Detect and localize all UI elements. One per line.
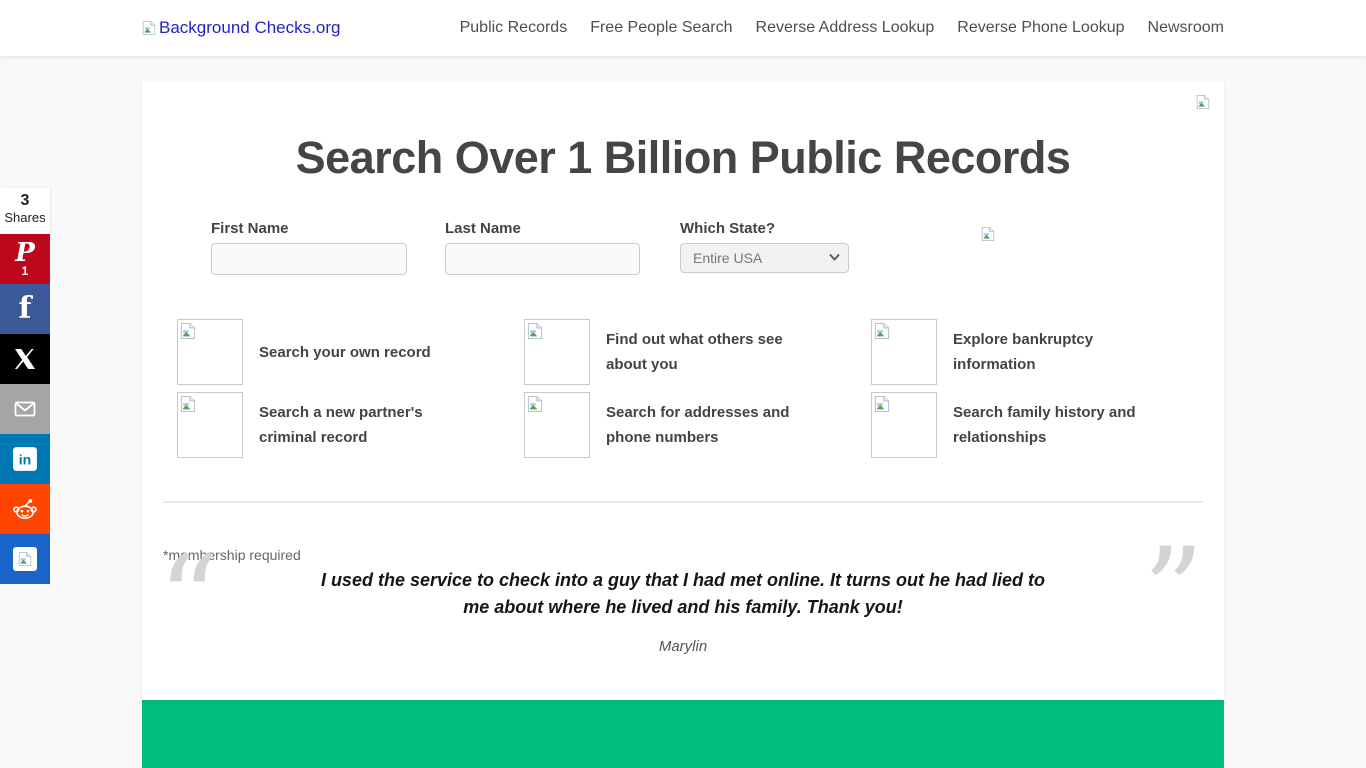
logo-text: Background Checks.org <box>159 18 340 38</box>
pinterest-share-count: 1 <box>22 265 29 277</box>
nav-item-reverse-address-lookup[interactable]: Reverse Address Lookup <box>756 19 935 37</box>
x-twitter-icon <box>13 347 37 371</box>
feature-image-placeholder <box>524 319 590 385</box>
linkedin-icon: in <box>12 446 38 472</box>
facebook-share-button[interactable]: f <box>0 284 50 334</box>
broken-image-icon <box>874 322 890 340</box>
membership-note: *membership required <box>163 547 1224 563</box>
last-name-label: Last Name <box>445 220 640 237</box>
state-select[interactable]: Entire USA <box>680 243 849 273</box>
more-share-button[interactable] <box>0 534 50 584</box>
feature-list: Search your own record Find out what oth… <box>177 319 1224 458</box>
share-count-label: Shares <box>0 210 50 226</box>
testimonial: “ I used the service to check into a guy… <box>142 567 1224 655</box>
last-name-input[interactable] <box>445 243 640 275</box>
hero-card: Search Over 1 Billion Public Records Fir… <box>142 82 1224 700</box>
broken-image-icon <box>18 551 32 567</box>
broken-image-icon <box>180 322 196 340</box>
broken-image-icon <box>874 395 890 413</box>
feature-own-record: Search your own record <box>177 319 524 385</box>
footer-section <box>142 700 1224 768</box>
nav-item-newsroom[interactable]: Newsroom <box>1148 19 1224 37</box>
share-count-number: 3 <box>0 192 50 210</box>
feature-label: Search family history and relationships <box>953 400 1163 450</box>
svg-text:in: in <box>19 451 32 467</box>
people-search-form: First Name Last Name Which State? Entire… <box>211 220 1224 275</box>
top-nav: Background Checks.org Public Records Fre… <box>0 0 1366 56</box>
broken-image-icon <box>180 395 196 413</box>
feature-what-others-see: Find out what others see about you <box>524 319 871 385</box>
feature-image-placeholder <box>871 392 937 458</box>
feature-addresses-phones: Search for addresses and phone numbers <box>524 392 871 458</box>
reddit-share-button[interactable] <box>0 484 50 534</box>
logo[interactable]: Background Checks.org <box>142 18 340 38</box>
nav-item-reverse-phone-lookup[interactable]: Reverse Phone Lookup <box>957 19 1124 37</box>
first-name-input[interactable] <box>211 243 407 275</box>
feature-family-history: Search family history and relationships <box>871 392 1218 458</box>
email-icon <box>12 397 38 421</box>
pinterest-icon: P <box>15 241 35 265</box>
search-button-image[interactable] <box>981 226 995 242</box>
nav-links: Public Records Free People Search Revers… <box>460 19 1224 37</box>
email-share-button[interactable] <box>0 384 50 434</box>
feature-label: Explore bankruptcy information <box>953 327 1163 377</box>
feature-image-placeholder <box>871 319 937 385</box>
reddit-icon <box>12 496 38 522</box>
broken-image-icon <box>142 20 156 36</box>
state-label: Which State? <box>680 220 849 237</box>
broken-image-icon <box>1196 94 1210 110</box>
feature-partner-criminal-record: Search a new partner's criminal record <box>177 392 524 458</box>
feature-image-placeholder <box>177 392 243 458</box>
x-twitter-share-button[interactable] <box>0 334 50 384</box>
testimonial-quote: I used the service to check into a guy t… <box>318 567 1048 621</box>
feature-label: Find out what others see about you <box>606 327 816 377</box>
feature-label: Search your own record <box>259 340 469 365</box>
facebook-icon: f <box>19 294 32 324</box>
broken-image-icon <box>527 395 543 413</box>
pinterest-share-button[interactable]: P 1 <box>0 234 50 284</box>
share-count: 3 Shares <box>0 188 50 234</box>
feature-label: Search for addresses and phone numbers <box>606 400 816 450</box>
broken-image-icon <box>527 322 543 340</box>
testimonial-author: Marylin <box>142 638 1224 655</box>
first-name-label: First Name <box>211 220 407 237</box>
nav-item-public-records[interactable]: Public Records <box>460 19 568 37</box>
feature-image-placeholder <box>524 392 590 458</box>
linkedin-share-button[interactable]: in <box>0 434 50 484</box>
feature-bankruptcy: Explore bankruptcy information <box>871 319 1218 385</box>
feature-label: Search a new partner's criminal record <box>259 400 469 450</box>
share-bar: 3 Shares P 1 f in <box>0 188 50 584</box>
page-title: Search Over 1 Billion Public Records <box>142 82 1224 184</box>
feature-image-placeholder <box>177 319 243 385</box>
divider <box>163 501 1203 503</box>
nav-item-free-people-search[interactable]: Free People Search <box>590 19 732 37</box>
